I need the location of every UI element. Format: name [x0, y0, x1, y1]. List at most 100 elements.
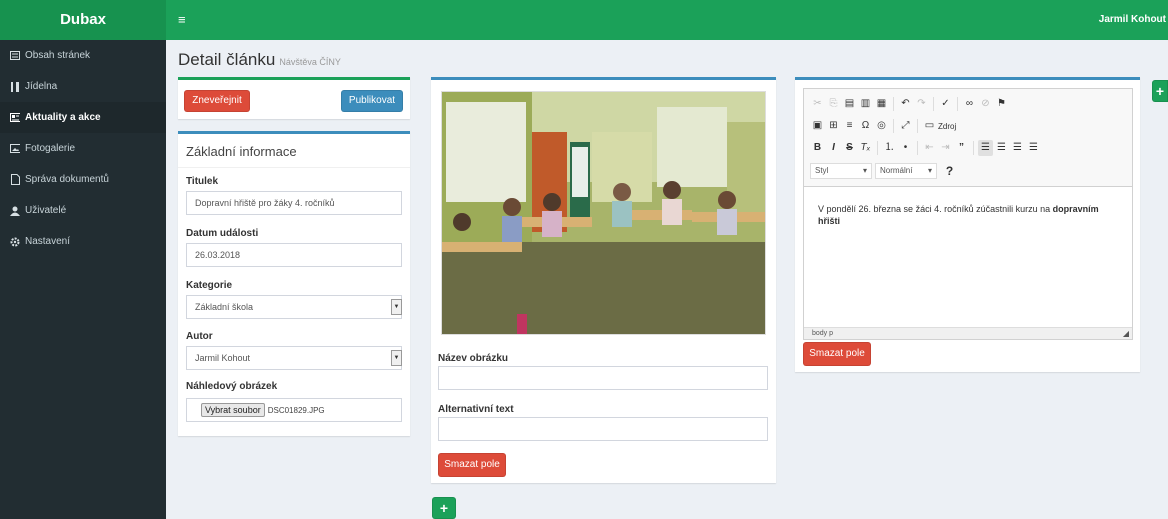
help-icon[interactable]: ? [942, 163, 957, 179]
separator [917, 141, 918, 155]
spellcheck-icon[interactable]: ✓ [938, 96, 953, 112]
redo-icon[interactable]: ↷ [914, 96, 929, 112]
author-label: Autor [186, 331, 213, 342]
paste-icon[interactable]: ▤ [842, 96, 857, 112]
remove-format-icon[interactable]: Tₓ [858, 140, 873, 156]
format-dropdown-label: Normální [880, 166, 913, 175]
paste-word-icon[interactable]: ▦ [874, 96, 889, 112]
delete-text-field-button[interactable]: Smazat pole [803, 342, 871, 366]
thumbnail-file-input[interactable]: Vybrat soubor DSC01829.JPG [186, 398, 402, 422]
separator [917, 119, 918, 133]
category-select[interactable]: Základní škola ▼ [186, 295, 402, 319]
category-label: Kategorie [186, 280, 233, 291]
sidebar-item-label: Nastavení [25, 236, 71, 247]
add-field-button[interactable]: + [432, 497, 456, 519]
align-left-icon[interactable]: ☰ [978, 140, 993, 156]
sidebar-item-nastaveni[interactable]: Nastavení [0, 226, 166, 257]
separator [877, 141, 878, 155]
basic-info-title: Základní informace [186, 144, 297, 159]
undo-icon[interactable]: ↶ [898, 96, 913, 112]
horizontal-line-icon[interactable]: ≡ [842, 118, 857, 134]
image-name-label: Název obrázku [438, 353, 509, 364]
cut-icon[interactable]: ✂ [810, 96, 825, 112]
author-select-value: Jarmil Kohout [195, 353, 251, 363]
unlink-icon[interactable]: ⊘ [978, 96, 993, 112]
blockquote-icon[interactable]: ” [954, 140, 969, 156]
toolbar-row-4: Styl ▾ Normální ▾ ? [810, 161, 957, 181]
outdent-icon[interactable]: ⇤ [922, 140, 937, 156]
separator [893, 119, 894, 133]
user-menu[interactable]: Jarmil Kohout [1099, 0, 1166, 40]
special-char-icon[interactable]: Ω [858, 118, 873, 134]
publish-actions-box: Zneveřejnit Publikovat [178, 77, 410, 119]
format-dropdown[interactable]: Normální ▾ [875, 163, 937, 179]
sidebar-item-jidelna[interactable]: Jídelna [0, 71, 166, 102]
date-label: Datum události [186, 228, 259, 239]
source-button-label[interactable]: Zdroj [938, 122, 956, 131]
sidebar-item-label: Jídelna [25, 81, 58, 92]
file-name: DSC01829.JPG [267, 406, 325, 415]
chevron-down-icon: ▾ [927, 166, 932, 175]
gear-icon [10, 237, 20, 247]
bulleted-list-icon[interactable]: • [898, 140, 913, 156]
publish-button[interactable]: Publikovat [341, 90, 403, 112]
sidebar-item-uzivatele[interactable]: Uživatelé [0, 195, 166, 226]
toolbar-row-2: ▣ ⊞ ≡ Ω ◎ ⤢ ▭ Zdroj [810, 116, 956, 136]
resize-handle-icon[interactable]: ◢ [1123, 329, 1129, 338]
menu-toggle-icon[interactable]: ≡ [178, 0, 186, 40]
separator [973, 141, 974, 155]
newspaper-icon [10, 113, 20, 123]
rich-text-editor: ✂ ⎘ ▤ ▥ ▦ ↶ ↷ ✓ ∞ ⊘ ⚑ ▣ ⊞ ≡ Ω ◎ ⤢ ▭ Zdro… [803, 88, 1133, 340]
sidebar: Obsah stránek Jídelna Aktuality a akce F… [0, 40, 166, 519]
sidebar-item-sprava-dokumentu[interactable]: Správa dokumentů [0, 164, 166, 195]
chevron-down-icon[interactable]: ▼ [391, 299, 402, 315]
indent-icon[interactable]: ⇥ [938, 140, 953, 156]
title-input[interactable]: Dopravní hřiště pro žáky 4. ročníků [186, 191, 402, 215]
numbered-list-icon[interactable]: ⒈ [882, 140, 897, 156]
cutlery-icon [10, 81, 20, 92]
italic-icon[interactable]: I [826, 140, 841, 156]
delete-image-field-button[interactable]: Smazat pole [438, 453, 506, 477]
author-select[interactable]: Jarmil Kohout ▼ [186, 346, 402, 370]
image-name-input[interactable] [438, 366, 768, 390]
sidebar-item-label: Obsah stránek [25, 50, 91, 61]
toolbar-row-3: B I S Tₓ ⒈ • ⇤ ⇥ ” ☰ ☰ ☰ ☰ [810, 138, 1041, 158]
page-title-text: Detail článku [178, 50, 276, 69]
date-input[interactable]: 26.03.2018 [186, 243, 402, 267]
alt-text-label: Alternativní text [438, 404, 514, 415]
unpublish-button[interactable]: Zneveřejnit [184, 90, 250, 112]
user-icon [10, 206, 20, 216]
align-center-icon[interactable]: ☰ [994, 140, 1009, 156]
iframe-icon[interactable]: ◎ [874, 118, 889, 134]
sidebar-item-aktuality[interactable]: Aktuality a akce [0, 102, 166, 133]
choose-file-button[interactable]: Vybrat soubor [201, 403, 265, 417]
align-justify-icon[interactable]: ☰ [1026, 140, 1041, 156]
copy-icon[interactable]: ⎘ [826, 96, 841, 112]
sidebar-item-fotogalerie[interactable]: Fotogalerie [0, 133, 166, 164]
source-icon[interactable]: ▭ [922, 118, 937, 134]
anchor-icon[interactable]: ⚑ [994, 96, 1009, 112]
top-navbar: Dubax ≡ Jarmil Kohout [0, 0, 1168, 40]
strikethrough-icon[interactable]: S [842, 140, 857, 156]
thumbnail-label: Náhledový obrázek [186, 381, 278, 392]
toolbar-row-1: ✂ ⎘ ▤ ▥ ▦ ↶ ↷ ✓ ∞ ⊘ ⚑ [810, 94, 1009, 114]
maximize-icon[interactable]: ⤢ [898, 118, 913, 134]
link-icon[interactable]: ∞ [962, 96, 977, 112]
separator [893, 97, 894, 111]
list-icon [10, 51, 20, 61]
styles-dropdown[interactable]: Styl ▾ [810, 163, 872, 179]
page-subtitle: Návštěva ČÍNY [279, 57, 341, 67]
table-icon[interactable]: ⊞ [826, 118, 841, 134]
separator [957, 97, 958, 111]
alt-text-input[interactable] [438, 417, 768, 441]
editor-content[interactable]: V pondělí 26. března se žáci 4. ročníků … [818, 203, 1118, 227]
paste-text-icon[interactable]: ▥ [858, 96, 873, 112]
bold-icon[interactable]: B [810, 140, 825, 156]
align-right-icon[interactable]: ☰ [1010, 140, 1025, 156]
add-field-button-right[interactable]: + [1152, 80, 1168, 102]
insert-image-icon[interactable]: ▣ [810, 118, 825, 134]
sidebar-item-obsah-stranek[interactable]: Obsah stránek [0, 40, 166, 71]
chevron-down-icon[interactable]: ▼ [391, 350, 402, 366]
sidebar-item-label: Fotogalerie [25, 143, 76, 154]
brand-logo[interactable]: Dubax [0, 0, 166, 40]
